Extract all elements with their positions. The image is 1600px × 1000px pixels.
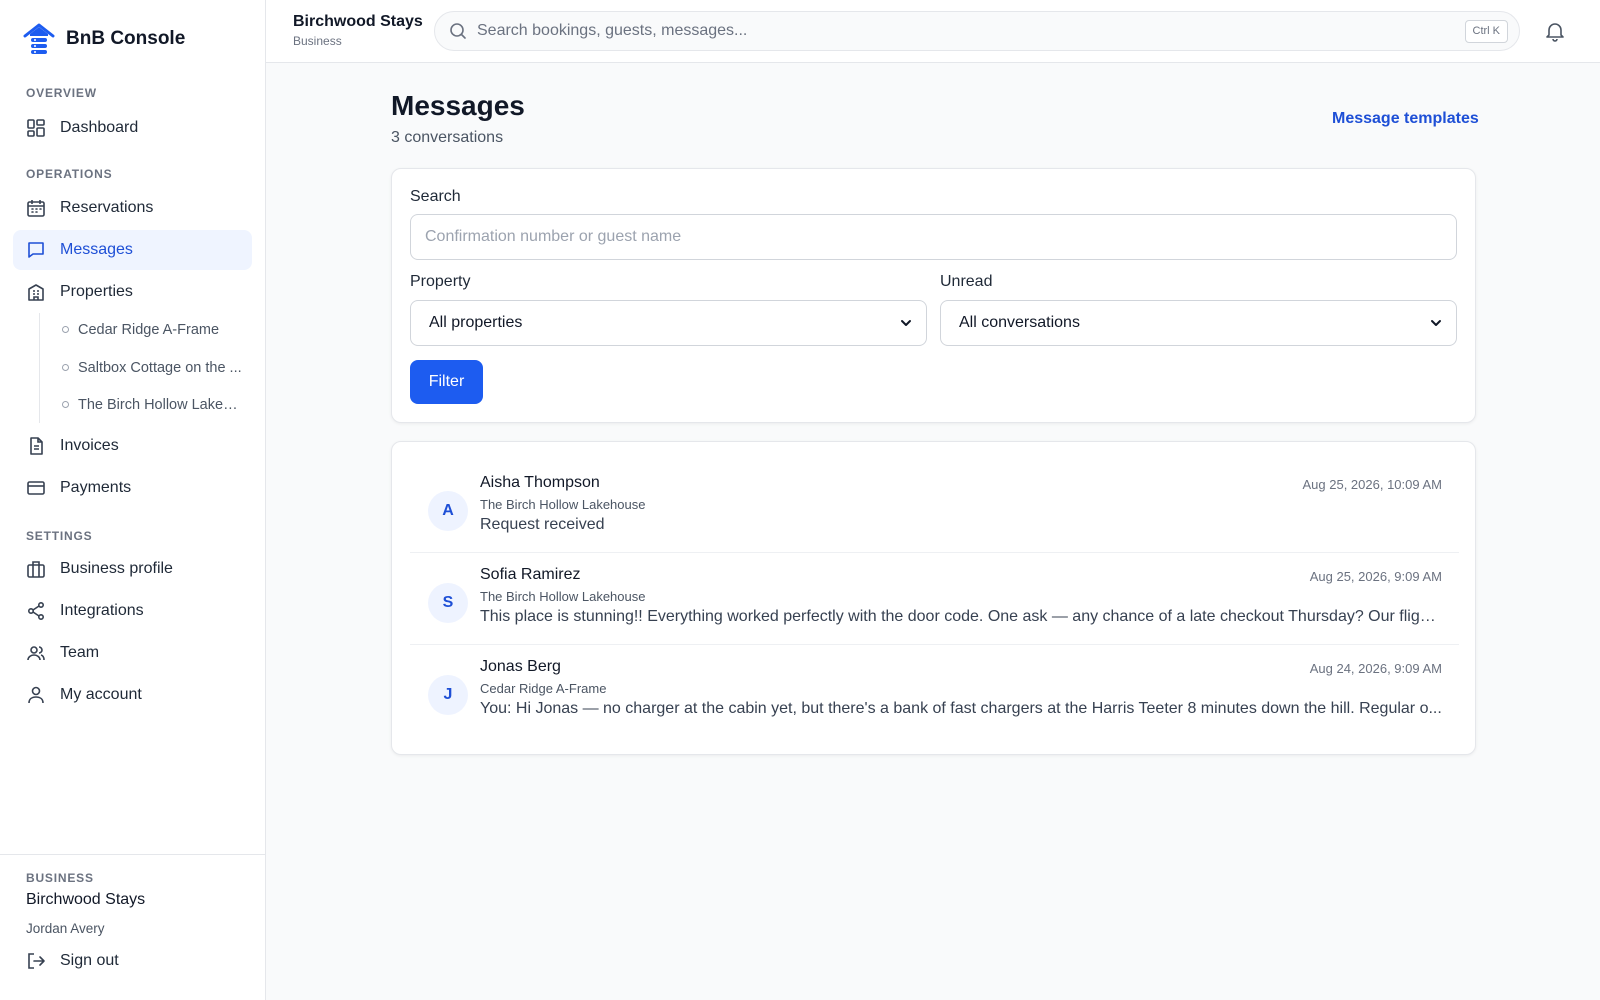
message-preview: You: Hi Jonas — no charger at the cabin …	[480, 700, 1442, 717]
sign-out-icon	[26, 951, 46, 971]
sidebar-item-messages[interactable]: Messages	[13, 230, 252, 270]
sidebar-item-my-account[interactable]: My account	[13, 675, 252, 715]
sidebar-item-integrations[interactable]: Integrations	[13, 591, 252, 631]
message-timestamp: Aug 24, 2026, 9:09 AM	[1309, 661, 1442, 676]
unread-select[interactable]: All conversations	[940, 300, 1457, 346]
footer-user-name: Jordan Avery	[26, 921, 105, 936]
brand-name: BnB Console	[66, 28, 186, 49]
conversation-row[interactable]: J Jonas Berg Cedar Ridge A-Frame You: Hi…	[410, 649, 1459, 741]
message-preview: Request received	[480, 516, 605, 533]
sidebar-item-label: Properties	[60, 283, 133, 300]
conversation-row[interactable]: A Aisha Thompson The Birch Hollow Lakeho…	[410, 465, 1459, 557]
sidebar-subitem-label: Saltbox Cottage on the ...	[78, 360, 242, 376]
sidebar-item-label: Business profile	[60, 560, 173, 577]
row-divider	[410, 644, 1459, 645]
sidebar-subitem-property[interactable]: Saltbox Cottage on the ...	[40, 351, 245, 385]
sidebar-item-dashboard[interactable]: Dashboard	[13, 108, 252, 148]
topbar-business-name: Birchwood Stays	[293, 13, 423, 30]
property-name: The Birch Hollow Lakehouse	[480, 589, 646, 604]
dashboard-grid-icon	[26, 118, 46, 138]
document-icon	[26, 436, 46, 456]
unread-label: Unread	[940, 273, 993, 290]
sidebar-item-label: Reservations	[60, 199, 154, 216]
sidebar-item-reservations[interactable]: Reservations	[13, 188, 252, 228]
sign-out-label: Sign out	[60, 952, 119, 969]
sidebar-subitem-property[interactable]: Cedar Ridge A-Frame	[40, 313, 245, 347]
filter-button[interactable]: Filter	[410, 360, 483, 404]
guest-name: Aisha Thompson	[480, 474, 600, 491]
sidebar: BnB Console OVERVIEW Dashboard OPERATION…	[0, 0, 266, 1000]
unread-select-value: All conversations	[959, 314, 1080, 331]
sidebar-subitem-label: The Birch Hollow Lakeh...	[78, 397, 243, 413]
section-label-overview: OVERVIEW	[26, 86, 97, 100]
sidebar-item-invoices[interactable]: Invoices	[13, 426, 252, 466]
property-select-value: All properties	[429, 314, 523, 331]
message-timestamp: Aug 25, 2026, 10:09 AM	[1302, 477, 1443, 492]
message-templates-link[interactable]: Message templates	[1332, 110, 1479, 128]
property-name: Cedar Ridge A-Frame	[480, 681, 607, 696]
sidebar-subitem-property[interactable]: The Birch Hollow Lakeh...	[40, 388, 245, 422]
briefcase-icon	[26, 559, 46, 579]
section-label-operations: OPERATIONS	[26, 167, 113, 181]
guest-name: Jonas Berg	[480, 658, 561, 675]
brand[interactable]: BnB Console	[22, 22, 185, 56]
sidebar-item-label: Dashboard	[60, 119, 139, 136]
property-label: Property	[410, 273, 471, 290]
sidebar-footer: BUSINESS Birchwood Stays Jordan Avery Si…	[0, 854, 266, 1000]
sign-out-button[interactable]: Sign out	[13, 941, 252, 981]
bullet-icon	[62, 364, 69, 371]
topbar: Birchwood Stays Business Ctrl K	[266, 0, 1600, 63]
page-title: Messages	[391, 90, 525, 121]
sidebar-item-label: Messages	[60, 241, 133, 258]
sidebar-subitem-label: Cedar Ridge A-Frame	[78, 322, 220, 338]
building-icon	[26, 282, 46, 302]
avatar: S	[428, 583, 468, 623]
users-icon	[26, 643, 46, 663]
topbar-plan: Business	[293, 34, 342, 48]
avatar: A	[428, 491, 468, 531]
calendar-icon	[26, 198, 46, 218]
sidebar-item-label: Team	[60, 644, 100, 661]
sidebar-item-team[interactable]: Team	[13, 633, 252, 673]
guest-name: Sofia Ramirez	[480, 566, 581, 583]
row-divider	[410, 552, 1459, 553]
properties-sublist: Cedar Ridge A-Frame Saltbox Cottage on t…	[39, 313, 243, 423]
house-logo-icon	[23, 23, 55, 54]
chevron-down-icon	[901, 320, 911, 326]
conversation-row[interactable]: S Sofia Ramirez The Birch Hollow Lakehou…	[410, 557, 1459, 649]
search-icon	[450, 23, 466, 39]
filter-card: Search Property All properties Unread Al…	[391, 168, 1476, 423]
chevron-down-icon	[1431, 320, 1441, 326]
sidebar-item-properties[interactable]: Properties	[13, 272, 252, 312]
conversation-list: A Aisha Thompson The Birch Hollow Lakeho…	[391, 441, 1476, 755]
conversation-search-input[interactable]	[410, 214, 1457, 260]
search-label: Search	[410, 188, 461, 205]
bell-icon[interactable]	[1543, 19, 1567, 43]
sidebar-item-payments[interactable]: Payments	[13, 468, 252, 508]
sidebar-item-label: Payments	[60, 479, 132, 496]
conversation-count: 3 conversations	[391, 129, 504, 146]
sidebar-item-label: Invoices	[60, 437, 119, 454]
message-timestamp: Aug 25, 2026, 9:09 AM	[1309, 569, 1442, 584]
sidebar-item-business-profile[interactable]: Business profile	[13, 549, 252, 589]
shortcut-hint: Ctrl K	[1464, 20, 1508, 43]
global-search[interactable]: Ctrl K	[434, 11, 1520, 51]
property-name: The Birch Hollow Lakehouse	[480, 497, 646, 512]
avatar: J	[428, 675, 468, 715]
message-preview: This place is stunning!! Everything work…	[480, 608, 1442, 625]
section-label-settings: SETTINGS	[26, 529, 93, 543]
sidebar-item-label: Integrations	[60, 602, 144, 619]
property-select[interactable]: All properties	[410, 300, 927, 346]
chat-bubble-icon	[26, 240, 46, 260]
sidebar-item-label: My account	[60, 686, 142, 703]
share-nodes-icon	[26, 601, 46, 621]
credit-card-icon	[26, 478, 46, 498]
global-search-input[interactable]	[477, 22, 1437, 40]
footer-label: BUSINESS	[26, 871, 94, 885]
footer-business-name: Birchwood Stays	[26, 891, 146, 908]
user-icon	[26, 685, 46, 705]
bullet-icon	[62, 401, 69, 408]
bullet-icon	[62, 326, 69, 333]
